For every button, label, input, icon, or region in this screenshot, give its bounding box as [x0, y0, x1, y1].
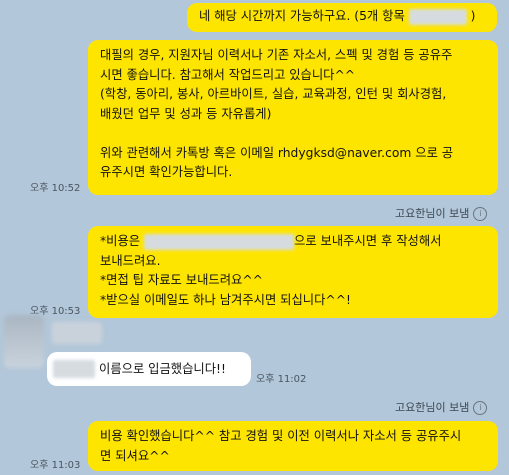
redacted-text — [408, 8, 467, 25]
message-line: *받으실 이메일도 하나 남겨주시면 되십니다^^! — [100, 292, 351, 307]
message-time: 오후 10:52 — [30, 183, 81, 194]
message-time: 오후 11:03 — [30, 460, 81, 471]
message-text-end: ) — [470, 9, 476, 23]
message-line: 비용 확인했습니다^^ 참고 경험 및 이전 이력서나 자소서 등 공유주시 — [100, 429, 462, 443]
redacted-text — [144, 233, 295, 250]
sender-name-redacted — [52, 322, 102, 344]
sent-by-label: 고요한님이 보냄 i — [395, 399, 488, 415]
message-line: 대필의 경우, 지원자님 이력서나 기존 자소서, 스펙 및 경험 등 공유주 — [100, 48, 453, 62]
message-line: 유주시면 확인가능합니다. — [100, 165, 233, 179]
info-icon[interactable]: i — [473, 401, 488, 415]
sent-by-label: 고요한님이 보냄 i — [395, 205, 488, 221]
message-bubble-4[interactable]: 비용 확인했습니다^^ 참고 경험 및 이전 이력서나 자소서 등 공유주시 면… — [88, 421, 498, 471]
message-line: 위와 관련해서 카톡방 혹은 이메일 rhdygksd@naver.com 으로… — [100, 145, 454, 160]
message-line: 배웠던 업무 및 성과 등 자유롭게) — [100, 106, 272, 121]
message-line: 면 되셔요^^ — [100, 448, 170, 463]
avatar[interactable] — [4, 315, 44, 368]
redacted-text — [53, 360, 95, 378]
message-bubble-received[interactable]: 이름으로 입금했습니다!! — [47, 352, 251, 386]
message-line — [100, 124, 486, 144]
message-bubble-1[interactable]: 네 해당 시간까지 가능하구요. (5개 항목 ) — [187, 3, 497, 32]
message-line: (학창, 동아리, 봉사, 아르바이트, 실습, 교육과정, 인턴 및 회사경험… — [100, 87, 447, 101]
message-line: *비용은 으로 보내주시면 후 작성해서 — [100, 233, 442, 250]
message-text: 이름으로 입금했습니다!! — [99, 362, 226, 376]
message-bubble-3[interactable]: *비용은 으로 보내주시면 후 작성해서 보내드려요. *면접 팁 자료도 보내… — [88, 226, 498, 318]
message-text: 네 해당 시간까지 가능하구요. (5개 항목 — [199, 9, 405, 23]
info-icon[interactable]: i — [473, 207, 488, 221]
message-line: 시면 좋습니다. 참고해서 작업드리고 있습니다^^ — [100, 67, 356, 82]
message-line: 보내드려요. — [100, 253, 161, 268]
message-line: *면접 팁 자료도 보내드려요^^ — [100, 273, 263, 287]
message-time: 오후 11:02 — [256, 374, 307, 385]
message-bubble-2[interactable]: 대필의 경우, 지원자님 이력서나 기존 자소서, 스펙 및 경험 등 공유주 … — [88, 40, 498, 195]
